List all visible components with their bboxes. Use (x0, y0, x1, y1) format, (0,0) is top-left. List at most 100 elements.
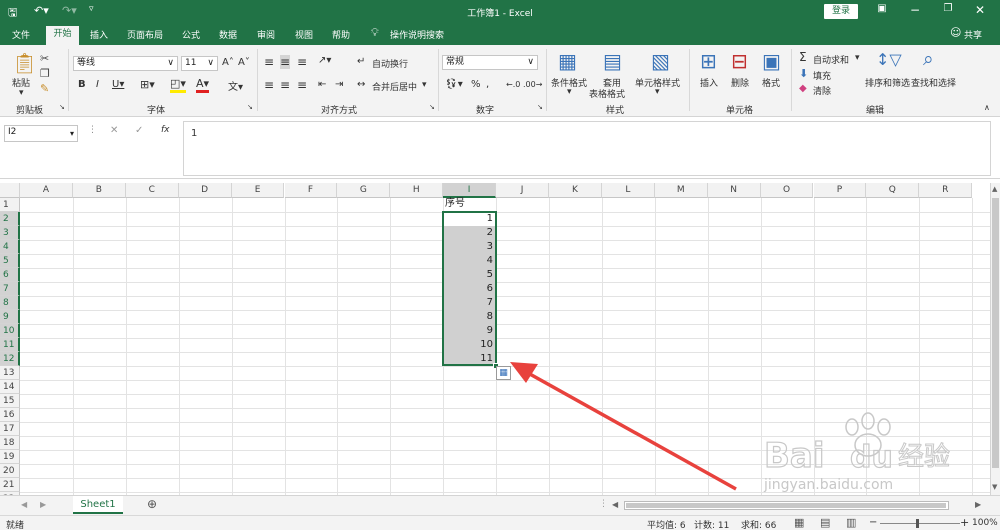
zoom-level[interactable]: 100% (972, 518, 998, 528)
collapse-ribbon-icon[interactable]: ∧ (984, 103, 990, 112)
increase-indent-icon[interactable]: ⇥ (335, 79, 343, 90)
prev-sheet-icon[interactable]: ◀ (21, 500, 27, 509)
align-bottom-icon[interactable]: ≡ (297, 55, 307, 69)
alignment-launcher-icon[interactable]: ↘ (429, 103, 435, 111)
delete-cells-button[interactable]: 删除 (731, 76, 749, 89)
zoom-slider[interactable] (880, 523, 960, 524)
minimize-icon[interactable]: − (905, 3, 925, 17)
format-cells-icon: ▣ (762, 49, 781, 73)
cancel-icon[interactable]: ✕ (110, 125, 118, 136)
scroll-down-icon[interactable]: ▼ (992, 483, 997, 491)
number-format-select[interactable]: 常规 ∨ (442, 55, 538, 70)
align-middle-icon[interactable]: ≡ (280, 55, 291, 69)
align-center-icon[interactable]: ≡ (280, 78, 290, 92)
cut-icon[interactable]: ✂ (40, 52, 49, 65)
paste-dropdown-icon[interactable]: ▾ (19, 88, 24, 98)
tab-formulas[interactable]: 公式 (182, 28, 200, 41)
bold-icon[interactable]: B (78, 79, 86, 90)
font-name-select[interactable]: 等线 ∨ (73, 56, 178, 71)
align-right-icon[interactable]: ≡ (297, 78, 307, 92)
borders-icon[interactable]: ⊞▾ (140, 78, 155, 91)
restore-icon[interactable]: ❐ (938, 3, 958, 14)
chevron-down-icon: ∨ (207, 58, 214, 68)
underline-icon[interactable]: U▾ (112, 79, 124, 90)
styles-group-label: 样式 (606, 106, 625, 116)
scroll-up-icon[interactable]: ▲ (992, 185, 997, 193)
sort-filter-button[interactable]: 排序和筛选 (865, 76, 910, 89)
clear-button[interactable]: 清除 (813, 84, 831, 97)
scroll-right-icon[interactable]: ▶ (975, 500, 981, 509)
zoom-in-icon[interactable]: + (960, 516, 969, 529)
phonetic-icon[interactable]: 文▾ (228, 78, 243, 93)
font-color-icon[interactable]: A▾ (196, 77, 210, 93)
tab-insert[interactable]: 插入 (90, 28, 108, 41)
grow-font-icon[interactable]: A˄ (222, 57, 234, 68)
insert-cells-button[interactable]: 插入 (700, 76, 718, 89)
comma-style-icon[interactable]: , (486, 79, 489, 90)
shrink-font-icon[interactable]: A˅ (238, 57, 250, 68)
vertical-scrollbar[interactable]: ▲ ▼ (990, 183, 1000, 495)
share-button[interactable]: 共享 (964, 28, 982, 41)
share-icon[interactable]: ☺ (950, 26, 961, 39)
percent-icon[interactable]: % (471, 79, 481, 90)
increase-decimal-icon[interactable]: ←.0 (506, 80, 520, 89)
find-select-button[interactable]: 查找和选择 (911, 76, 956, 89)
page-layout-view-icon[interactable]: ▤ (820, 516, 830, 529)
name-box[interactable]: I2 ▾ (4, 125, 78, 142)
paste-icon[interactable]: 📋︎ (12, 51, 37, 75)
align-top-icon[interactable]: ≡ (264, 55, 274, 69)
new-sheet-icon[interactable]: ⊕ (147, 497, 157, 511)
sheet-tab-sheet1[interactable]: Sheet1 (73, 496, 123, 514)
number-launcher-icon[interactable]: ↘ (537, 103, 543, 111)
autosum-button[interactable]: 自动求和 (813, 53, 849, 66)
tab-file[interactable]: 文件 (12, 28, 30, 41)
insert-function-icon[interactable]: fx (161, 125, 170, 135)
horizontal-scroll-thumb[interactable] (626, 503, 946, 508)
clear-icon: ◆ (799, 83, 807, 94)
formula-input[interactable]: 1 (183, 121, 991, 176)
scroll-thumb[interactable] (992, 198, 999, 468)
tell-me-search[interactable]: 操作说明搜索 (390, 28, 444, 41)
sheet-tab-bar: ◀ ▶ Sheet1 ⊕ ⋮ ◀ ▶ (0, 495, 1000, 515)
font-launcher-icon[interactable]: ↘ (247, 103, 253, 111)
fill-color-icon[interactable]: ◰▾ (170, 77, 186, 93)
close-icon[interactable]: ✕ (970, 3, 990, 17)
orientation-icon[interactable]: ↗▾ (318, 55, 331, 66)
split-handle-icon[interactable]: ⋮ (599, 499, 608, 509)
tab-page-layout[interactable]: 页面布局 (127, 28, 163, 41)
ribbon-tabs: 文件 开始 插入 页面布局 公式 数据 审阅 视图 帮助 💡︎ 操作说明搜索 ☺… (0, 24, 1000, 45)
enter-icon[interactable]: ✓ (135, 125, 143, 136)
align-left-icon[interactable]: ≡ (264, 78, 274, 92)
ribbon-display-icon[interactable]: ▣ (872, 3, 892, 14)
login-button[interactable]: 登录 (824, 4, 858, 19)
zoom-slider-thumb[interactable] (916, 519, 919, 528)
separator (689, 49, 690, 111)
worksheet-grid[interactable]: ABCDEFGHIJKLMNOPQR 1 2 3 4 5 6 7 8 9 10 11 12 13 14 15… (0, 183, 990, 495)
zoom-out-icon[interactable]: − (869, 517, 877, 528)
clipboard-launcher-icon[interactable]: ↘ (59, 103, 65, 111)
merge-dropdown-icon[interactable]: ▾ (422, 80, 427, 90)
separator (438, 49, 439, 111)
wrap-text-button[interactable]: 自动换行 (372, 57, 408, 70)
format-painter-icon[interactable]: ✎ (40, 82, 49, 95)
tab-help[interactable]: 帮助 (332, 28, 350, 41)
tab-data[interactable]: 数据 (219, 28, 237, 41)
format-as-table-icon: ▤ (603, 49, 622, 73)
tab-review[interactable]: 审阅 (257, 28, 275, 41)
decrease-indent-icon[interactable]: ⇤ (318, 79, 326, 90)
italic-icon[interactable]: I (96, 79, 99, 90)
scroll-left-icon[interactable]: ◀ (612, 500, 618, 509)
merge-center-button[interactable]: 合并后居中 (372, 80, 417, 93)
format-cells-button[interactable]: 格式 (762, 76, 780, 89)
fill-button[interactable]: 填充 (813, 69, 831, 82)
copy-icon[interactable]: ❐ (40, 67, 50, 80)
decrease-decimal-icon[interactable]: .00→ (523, 80, 542, 89)
page-break-view-icon[interactable]: ▥ (846, 516, 856, 529)
red-arrow-annotation (510, 362, 737, 491)
tab-home[interactable]: 开始 (46, 26, 79, 45)
accounting-icon[interactable]: 💱︎▾ (445, 79, 463, 90)
tab-view[interactable]: 视图 (295, 28, 313, 41)
next-sheet-icon[interactable]: ▶ (40, 500, 46, 509)
font-size-select[interactable]: 11 ∨ (181, 56, 218, 71)
normal-view-icon[interactable]: ▦ (794, 516, 804, 529)
